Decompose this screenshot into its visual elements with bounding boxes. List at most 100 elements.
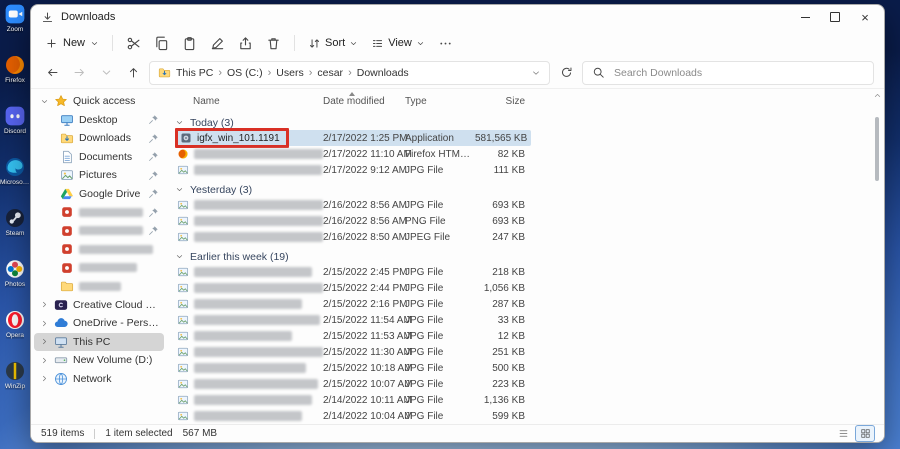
scrollbar-thumb[interactable] <box>875 117 879 181</box>
sidebar-item-network[interactable]: Network <box>34 370 164 389</box>
group-header-yesterday-3[interactable]: Yesterday (3) <box>175 182 870 197</box>
file-type: JPG File <box>405 410 444 422</box>
view-button[interactable]: View <box>371 37 425 50</box>
recent-locations-button[interactable] <box>95 62 117 84</box>
up-button[interactable] <box>122 62 144 84</box>
scroll-up-icon[interactable] <box>873 91 882 100</box>
scrollbar[interactable] <box>872 91 883 422</box>
sidebar-item-quick-access[interactable]: Quick access <box>34 92 164 111</box>
file-name-cell <box>175 282 323 294</box>
sidebar-item-pictures[interactable]: Pictures <box>34 166 164 185</box>
file-name-cell <box>175 231 323 243</box>
chevron-right-icon[interactable] <box>40 319 49 328</box>
file-row[interactable]: 2/17/2022 11:10 AMFirefox HTML Doc... 82 … <box>175 146 531 162</box>
copy-button[interactable] <box>154 36 169 51</box>
file-row[interactable]: 2/16/2022 8:56 AM JPG File 693 KB <box>175 197 531 213</box>
search-box[interactable] <box>582 60 874 85</box>
sidebar-item-redacted[interactable] <box>34 240 164 259</box>
desktop-icon-zoom[interactable]: Zoom <box>0 4 30 33</box>
file-row[interactable]: 2/15/2022 11:54 AM JPG File 33 KB <box>175 312 531 328</box>
file-row[interactable]: 2/16/2022 8:50 AM JPEG File 247 KB <box>175 229 531 245</box>
file-row[interactable]: 2/15/2022 10:07 AM JPG File 223 KB <box>175 376 531 392</box>
chevron-right-icon[interactable] <box>40 356 49 365</box>
desktop-icon-microsoft-edge[interactable]: Microsoft Edge <box>0 157 30 186</box>
search-input[interactable] <box>612 65 864 80</box>
minimize-button[interactable] <box>790 6 820 28</box>
file-row[interactable]: 2/15/2022 2:45 PM JPG File 218 KB <box>175 264 531 280</box>
column-header-name[interactable]: Name <box>175 96 323 107</box>
cut-button[interactable] <box>126 36 141 51</box>
desktop-icon-steam[interactable]: Steam <box>0 208 30 237</box>
chevron-right-icon[interactable] <box>40 337 49 346</box>
breadcrumb-item-downloads[interactable]: Downloads <box>357 67 409 79</box>
sidebar-item-onedrive-personal[interactable]: OneDrive - Personal <box>34 314 164 333</box>
breadcrumb-item-cesar[interactable]: cesar <box>317 67 343 79</box>
sidebar-item-downloads[interactable]: Downloads <box>34 129 164 148</box>
group-header-earlier-this-week-19[interactable]: Earlier this week (19) <box>175 249 870 264</box>
redacted-icon <box>60 242 74 256</box>
sidebar-item-redacted[interactable] <box>34 277 164 296</box>
title-bar[interactable]: Downloads × <box>31 5 884 29</box>
file-row[interactable]: 2/15/2022 2:16 PM JPG File 287 KB <box>175 296 531 312</box>
rename-button[interactable] <box>210 36 225 51</box>
file-date-modified: 2/17/2022 9:12 AM <box>323 164 407 176</box>
sidebar-item-desktop[interactable]: Desktop <box>34 111 164 130</box>
column-header-date-modified[interactable]: Date modified <box>323 91 405 107</box>
image-file-icon <box>177 314 189 326</box>
refresh-button[interactable] <box>555 62 577 84</box>
file-row[interactable]: 2/16/2022 8:56 AM PNG File 693 KB <box>175 213 531 229</box>
breadcrumb-item-users[interactable]: Users <box>276 67 303 79</box>
share-button[interactable] <box>238 36 253 51</box>
sidebar-item-redacted[interactable] <box>34 259 164 278</box>
sidebar-item-google-drive[interactable]: Google Drive <box>34 185 164 204</box>
new-button[interactable]: New <box>45 37 99 50</box>
column-header-size[interactable]: Size <box>475 96 531 107</box>
sidebar-item-documents[interactable]: Documents <box>34 148 164 167</box>
redacted-icon <box>60 205 74 219</box>
desktop-icon-strip: Zoom Firefox Discord Microsoft Edge Steam Pho… <box>0 0 30 449</box>
desktop-icon-label: Zoom <box>6 26 24 33</box>
large-icons-view-toggle[interactable] <box>855 425 875 442</box>
file-row[interactable]: 2/15/2022 10:18 AM JPG File 500 KB <box>175 360 531 376</box>
file-row[interactable]: 2/14/2022 10:04 AM JPG File 599 KB <box>175 408 531 424</box>
file-name-group <box>177 266 312 278</box>
toolbar-divider <box>112 35 114 51</box>
breadcrumb[interactable]: This PC › OS (C:) › Users › cesar › Downloads <box>149 60 550 85</box>
group-label: Today (3) <box>190 116 234 129</box>
file-date-modified: 2/15/2022 2:45 PM <box>323 266 408 278</box>
details-view-toggle[interactable] <box>834 426 852 441</box>
sidebar-item-redacted[interactable] <box>34 222 164 241</box>
file-row[interactable]: igfx_win_101.1191 2/17/2022 1:25 PM Applic… <box>175 128 531 148</box>
breadcrumb-item-os-c[interactable]: OS (C:) <box>227 67 263 79</box>
file-row[interactable]: 2/15/2022 2:44 PM JPG File 1,056 KB <box>175 280 531 296</box>
sidebar-item-redacted[interactable] <box>34 203 164 222</box>
file-row[interactable]: 2/15/2022 11:30 AM JPG File 251 KB <box>175 344 531 360</box>
sidebar-item-this-pc[interactable]: This PC <box>34 332 164 351</box>
chevron-down-icon[interactable] <box>40 97 49 106</box>
desktop-icon-winzip[interactable]: WinZip <box>0 361 30 390</box>
file-row[interactable]: 2/17/2022 9:12 AM JPG File 111 KB <box>175 162 531 178</box>
paste-button[interactable] <box>182 36 197 51</box>
chevron-down-icon <box>175 185 184 194</box>
desktop-icon-firefox[interactable]: Firefox <box>0 55 30 84</box>
sort-button[interactable]: Sort <box>308 37 358 50</box>
forward-button[interactable] <box>68 62 90 84</box>
file-row[interactable]: 2/15/2022 11:53 AM JPG File 12 KB <box>175 328 531 344</box>
file-row[interactable]: 2/14/2022 10:11 AM JPG File 1,136 KB <box>175 392 531 408</box>
desktop-icon-photos[interactable]: Photos <box>0 259 30 288</box>
breadcrumb-item-this-pc[interactable]: This PC <box>176 67 213 79</box>
chevron-right-icon[interactable] <box>40 374 49 383</box>
column-header-type[interactable]: Type <box>405 96 475 107</box>
sidebar-item-label: Pictures <box>79 169 117 182</box>
sidebar-item-new-volume-d[interactable]: New Volume (D:) <box>34 351 164 370</box>
chevron-down-icon[interactable] <box>531 68 541 78</box>
maximize-button[interactable] <box>820 6 850 28</box>
back-button[interactable] <box>41 62 63 84</box>
delete-button[interactable] <box>266 36 281 51</box>
close-button[interactable]: × <box>850 6 880 28</box>
chevron-right-icon[interactable] <box>40 300 49 309</box>
more-options-button[interactable] <box>438 36 453 51</box>
desktop-icon-opera[interactable]: Opera <box>0 310 30 339</box>
desktop-icon-discord[interactable]: Discord <box>0 106 30 135</box>
sidebar-item-creative-cloud-files[interactable]: Creative Cloud Files <box>34 296 164 315</box>
